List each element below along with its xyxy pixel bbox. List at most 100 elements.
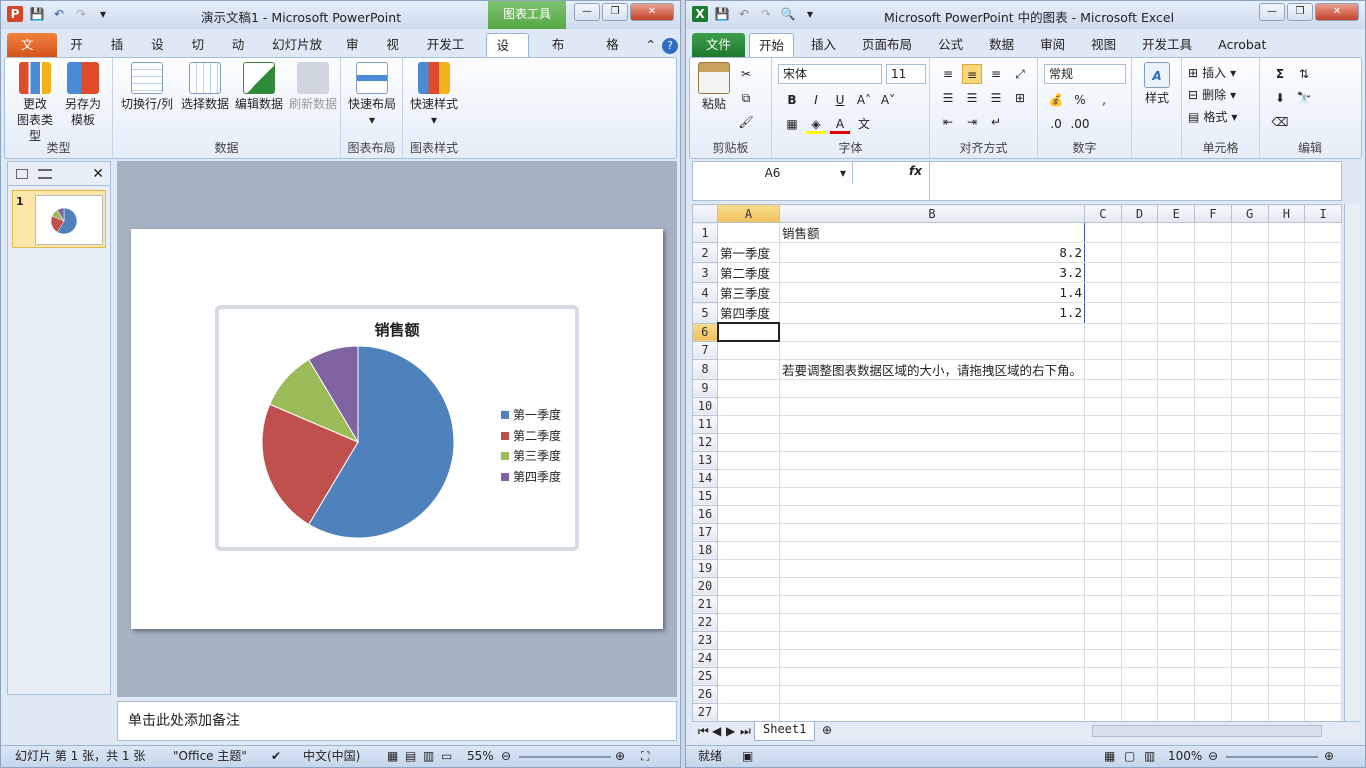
cell[interactable] [1083,684,1122,704]
maximize-button[interactable]: ❐ [602,3,628,21]
merge-cells-icon[interactable]: ⊞ [1010,88,1030,108]
qat-dropdown-icon[interactable]: ▾ [95,6,111,22]
cell[interactable] [1120,322,1159,342]
cell[interactable] [1157,358,1196,380]
zoom-out-icon[interactable]: ⊖ [501,746,511,767]
row-header[interactable]: 11 [692,414,718,434]
autosum-icon[interactable]: Σ [1270,64,1290,84]
cell[interactable] [1194,486,1232,506]
cell[interactable] [1157,468,1196,488]
cell[interactable] [1083,558,1122,578]
cell[interactable] [1304,450,1342,470]
cell[interactable] [1083,648,1122,668]
cell[interactable] [1267,594,1306,614]
cell[interactable] [778,396,1085,416]
cell[interactable] [717,540,780,560]
cell[interactable] [717,486,780,506]
cell[interactable] [1120,282,1159,303]
cell[interactable]: 3.2 [778,262,1085,283]
find-select-icon[interactable]: 🔭 [1294,88,1314,108]
tab-file[interactable]: 文件 [692,33,746,57]
tab-animations[interactable]: 动画 [223,33,263,76]
cell[interactable] [1304,486,1342,506]
cell[interactable] [1230,594,1269,614]
phonetic-icon[interactable]: 文 [854,114,874,134]
row-header[interactable]: 19 [692,558,718,578]
cell[interactable] [1120,576,1159,596]
cell[interactable] [1267,468,1306,488]
horizontal-scrollbar[interactable] [1092,725,1322,737]
cell[interactable] [1230,378,1269,398]
cell[interactable] [1267,576,1306,596]
language-status[interactable]: 中文(中国) [303,746,360,767]
cell[interactable] [1194,612,1232,632]
cell[interactable] [1230,648,1269,668]
cell[interactable] [1230,432,1269,452]
cell[interactable] [1157,322,1196,342]
cell[interactable] [1230,522,1269,542]
powerpoint-logo-icon[interactable]: P [7,6,23,22]
cell[interactable] [1194,358,1232,380]
cell[interactable] [1083,594,1122,614]
cell[interactable] [1267,432,1306,452]
tab-slideshow[interactable]: 幻灯片放映 [263,33,337,76]
save-icon[interactable]: 💾 [714,6,730,22]
cell[interactable] [1120,396,1159,416]
undo-icon[interactable]: ↶ [736,6,752,22]
maximize-button[interactable]: ❐ [1287,3,1313,21]
wrap-text-icon[interactable]: ↵ [986,112,1006,132]
cell[interactable] [1120,558,1159,578]
cell[interactable] [778,340,1085,360]
cell[interactable] [1267,684,1306,704]
column-header[interactable]: G [1230,204,1269,223]
cell[interactable] [1083,504,1122,524]
normal-view-icon[interactable]: ▦ [1104,746,1115,767]
cell[interactable] [1230,630,1269,650]
cell[interactable] [1304,262,1342,283]
tab-home[interactable]: 开始 [61,33,101,76]
cell[interactable] [1157,378,1196,398]
slideshow-view-icon[interactable]: ▭ [441,746,452,767]
row-header[interactable]: 24 [692,648,718,668]
cell[interactable] [717,222,780,243]
tab-home[interactable]: 开始 [749,33,795,57]
cell[interactable] [1230,358,1269,380]
format-cells-button[interactable]: ▤ 格式 ▾ [1188,108,1237,125]
next-sheet-icon[interactable]: ▶ [726,724,735,738]
cell[interactable] [1267,282,1306,303]
cell[interactable] [778,522,1085,542]
cell[interactable] [717,468,780,488]
cell[interactable] [1304,358,1342,380]
cell[interactable] [778,666,1085,686]
cell[interactable] [1230,612,1269,632]
font-size-select[interactable]: 11 [886,64,926,84]
cell[interactable] [1083,666,1122,686]
cell[interactable] [1267,396,1306,416]
cell[interactable] [1120,612,1159,632]
last-sheet-icon[interactable]: ⏭ [740,724,751,739]
cell[interactable] [1157,302,1196,324]
tab-formulas[interactable]: 公式 [929,33,972,57]
orientation-icon[interactable]: ⤢ [1010,64,1030,84]
cell[interactable] [1157,432,1196,452]
qat-dropdown-icon[interactable]: ▾ [802,6,818,22]
cell[interactable] [1230,558,1269,578]
cell[interactable]: 若要调整图表数据区域的大小，请拖拽区域的右下角。 [778,358,1085,380]
cell[interactable] [717,432,780,452]
cell[interactable] [778,486,1085,506]
cell[interactable] [1230,322,1269,342]
row-header[interactable]: 27 [692,702,718,721]
cell[interactable] [778,504,1085,524]
cell[interactable] [1083,702,1122,721]
row-header[interactable]: 10 [692,396,718,416]
cell[interactable] [1083,396,1122,416]
cell[interactable] [1157,648,1196,668]
percent-icon[interactable]: % [1070,90,1090,110]
cell[interactable] [1120,222,1159,243]
slides-tab-icon[interactable] [16,168,28,179]
minimize-button[interactable]: — [574,3,600,21]
cell[interactable] [1304,540,1342,560]
cell[interactable] [1083,282,1122,303]
cell[interactable] [1267,630,1306,650]
row-header[interactable]: 20 [692,576,718,596]
